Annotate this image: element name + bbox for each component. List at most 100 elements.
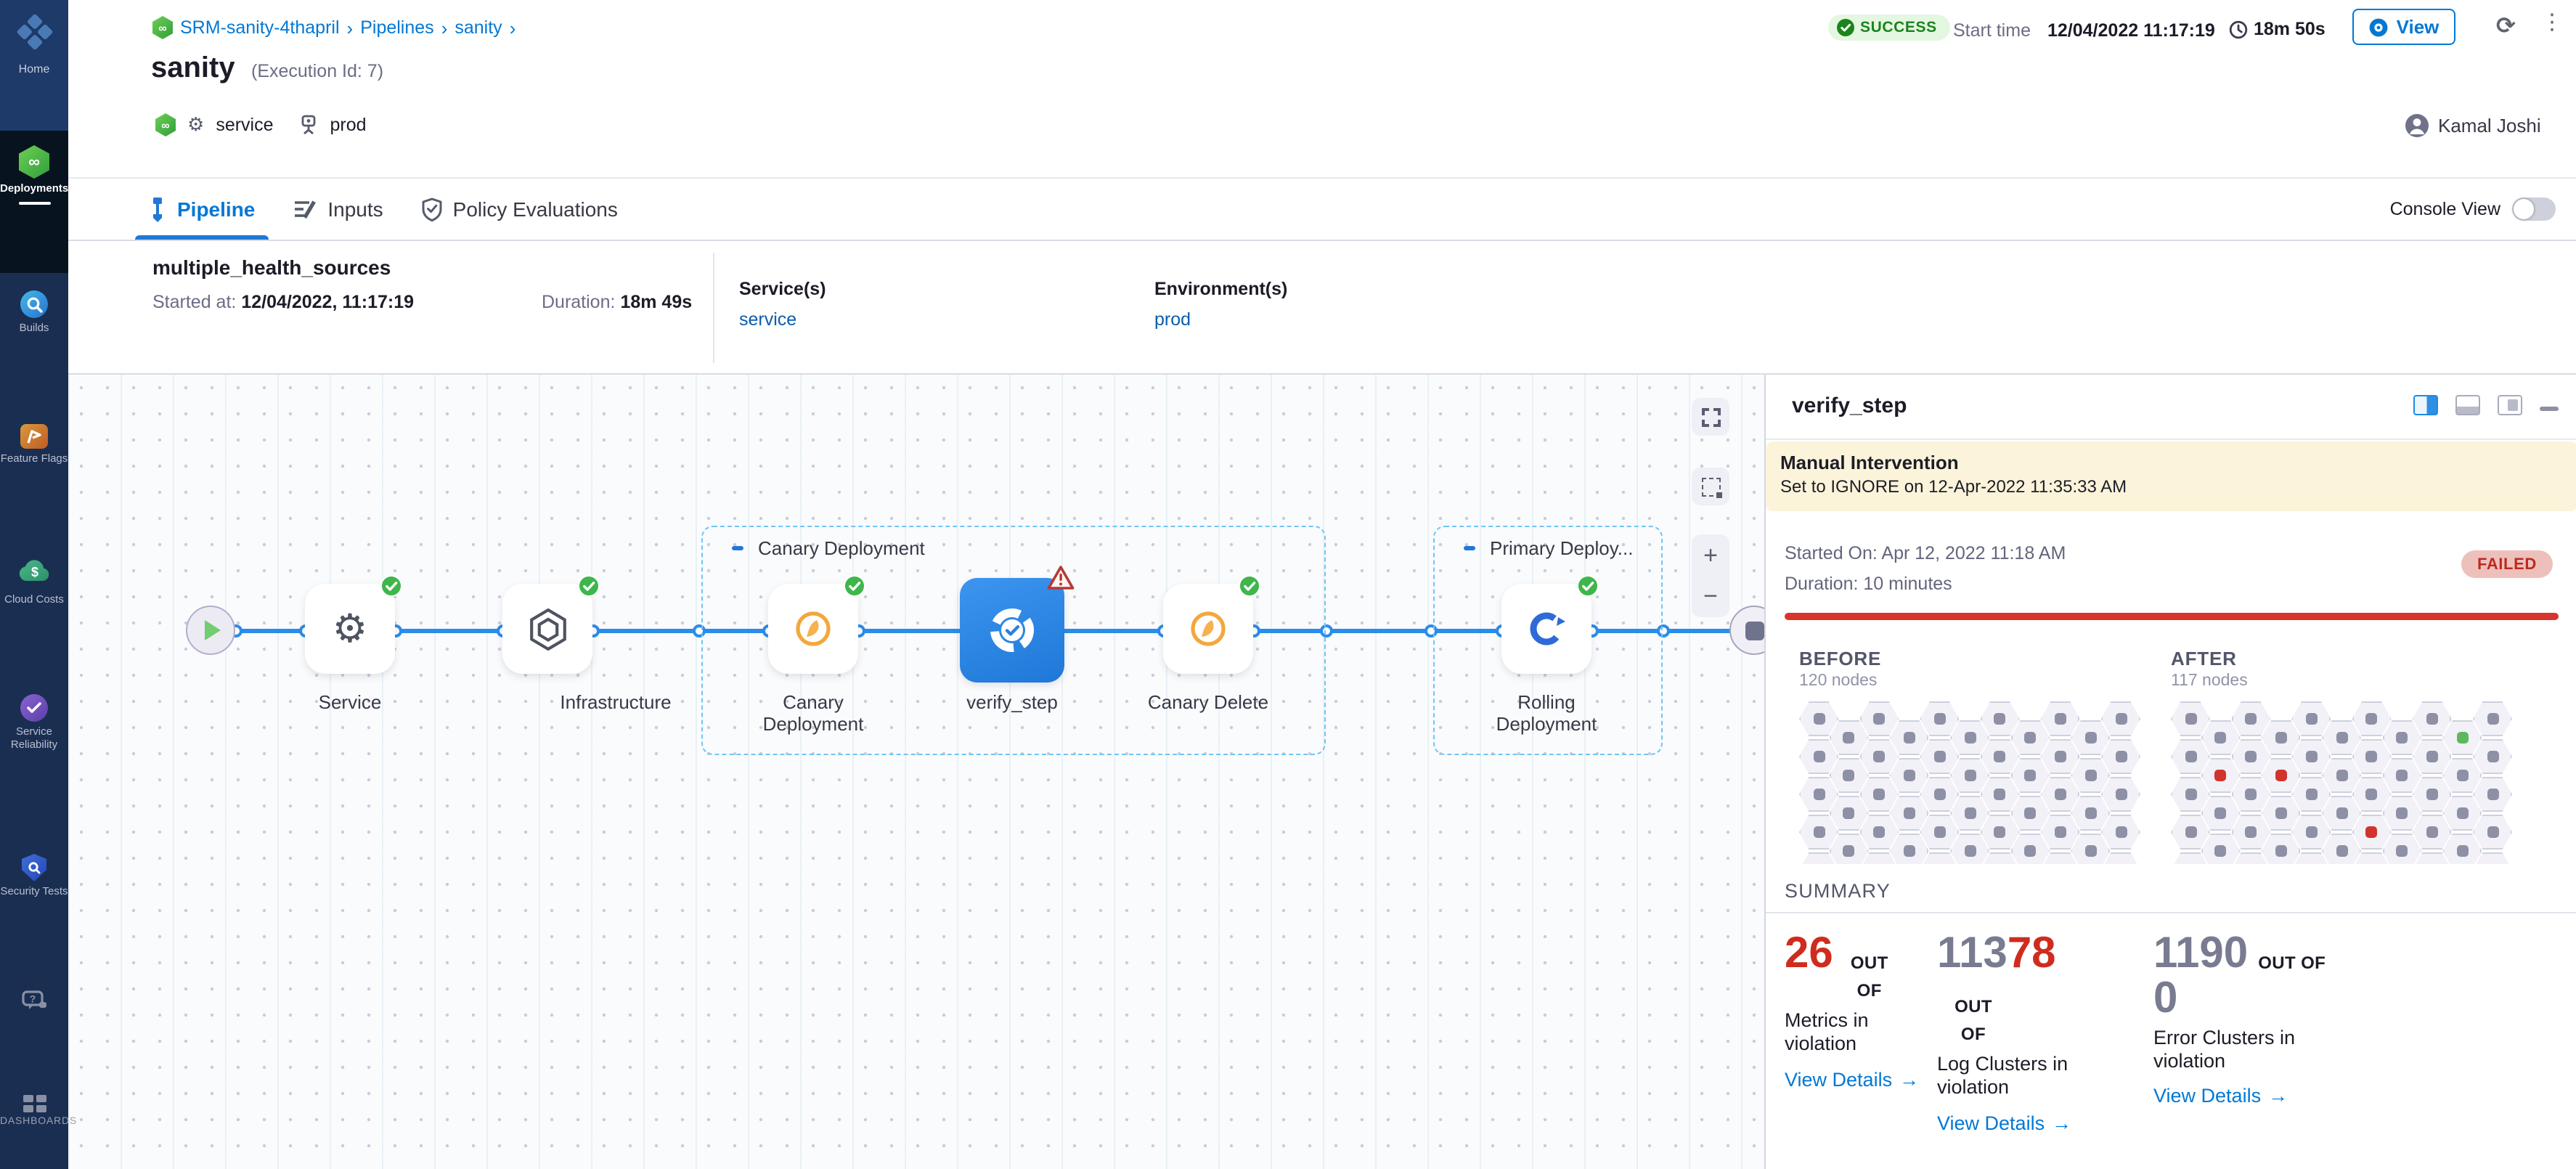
node-hexagon [2442,758,2482,793]
summary-numbers: 26OUT OF [1785,932,1933,1003]
stage-environments: Environment(s) prod [1154,276,1287,330]
node-hexagon [2101,777,2140,812]
node-canary-deployment[interactable] [768,584,858,674]
collapse-icon[interactable] [1459,539,1478,558]
sidebar-item-label: DASHBOARDS [0,1117,68,1128]
sidebar-item-label: Cloud Costs [0,594,68,606]
breadcrumb-pipelines-link[interactable]: Pipelines [360,17,433,38]
tab-inputs[interactable]: Inputs [293,179,383,240]
node-hexagon [2101,701,2140,736]
node-hexagon [1890,758,1929,793]
node-hexagon [2322,758,2361,793]
fullscreen-button[interactable] [1692,398,1729,436]
total-duration: 18m 50s [2254,19,2326,39]
node-hexagon [2473,701,2512,736]
node-hexagon [2473,739,2512,774]
node-hexagon [1981,701,2020,736]
view-details-link[interactable]: View Details→ [1937,1112,2071,1133]
stop-icon [1745,621,1764,640]
node-hexagon [2322,834,2361,864]
node-hexagon [1981,815,2020,850]
view-button[interactable]: View [2352,9,2455,45]
node-rolling-deployment[interactable] [1501,584,1591,674]
divider [1766,912,2576,913]
node-verify-step[interactable] [960,578,1064,683]
node-infrastructure[interactable] [502,584,592,674]
node-hexagon [2442,720,2482,755]
node-hexagon [2041,815,2080,850]
sidebar-item-label: Deployments [0,183,68,195]
sidebar-item-feature-flags[interactable]: Feature Flags [0,418,68,517]
active-indicator [18,201,50,205]
node-hexagon [2442,796,2482,831]
stage-info-bar: multiple_health_sources Started at: 12/0… [68,241,2576,375]
zoom-in-button[interactable]: + [1703,543,1718,568]
sidebar-item-home[interactable]: Home [0,0,68,131]
bottom-view-icon[interactable] [2455,395,2480,415]
node-service[interactable]: ⚙ [305,584,395,674]
node-hexagon [2291,777,2331,812]
page-title: sanity [151,52,235,86]
node-hexagon [1830,834,1869,864]
node-canary-delete[interactable] [1163,584,1253,674]
zoom-controls: + − [1692,534,1729,617]
node-hexagon [2071,834,2110,864]
view-details-link[interactable]: View Details→ [1785,1068,1919,1090]
breadcrumb-project-link[interactable]: SRM-sanity-4thapril [180,17,340,38]
console-view-label: Console View [2390,199,2500,219]
sidebar-item-deployments[interactable]: ∞ Deployments [0,131,68,273]
success-badge-icon [578,575,600,597]
sidebar-item-cloud-costs[interactable]: $ Cloud Costs [0,555,68,651]
success-badge-icon [1239,575,1260,597]
marquee-select-button[interactable] [1692,468,1729,505]
after-label: AFTER [2171,648,2237,669]
node-hexagon [2010,796,2050,831]
node-hexagon [1859,777,1899,812]
after-node-count: 117 nodes [2171,672,2248,690]
node-hexagon [1920,701,1959,736]
deployments-icon: ∞ [19,145,49,179]
sidebar-item-security-tests[interactable]: Security Tests [0,848,68,944]
environment-link[interactable]: prod [1154,309,1287,330]
tab-pipeline[interactable]: Pipeline [148,179,255,240]
view-details-link[interactable]: View Details→ [2153,1085,2288,1107]
sidebar-item-help[interactable]: ? [0,990,68,1048]
node-hexagon [2291,701,2331,736]
refresh-icon[interactable]: ⟳ [2496,12,2516,41]
environment-tag[interactable]: prod [330,115,367,135]
node-hexagon [2171,777,2210,812]
node-hexagon [2382,796,2421,831]
service-tag[interactable]: service [216,115,273,135]
breadcrumb: ∞ SRM-sanity-4thapril › Pipelines › sani… [152,16,515,39]
summary-numbers: 11378OUT OF [1937,932,2108,1047]
sidebar-item-label: Feature Flags [0,453,68,465]
stage-name: multiple_health_sources [152,256,391,279]
breadcrumb-pipeline-link[interactable]: sanity [455,17,502,38]
sidebar-item-service-reliability[interactable]: Service Reliability [0,688,68,810]
node-hexagon [1950,720,1989,755]
tab-policy-evaluations[interactable]: Policy Evaluations [421,179,618,240]
gear-icon: ⚙ [187,113,204,137]
sidebar-item-dashboards[interactable]: DASHBOARDS [0,1083,68,1159]
minimize-icon[interactable] [2540,407,2559,411]
app: Home ∞ Deployments Builds Feature Flags [0,0,2576,1169]
collapse-icon[interactable] [727,539,746,558]
node-hexagon [1830,796,1869,831]
security-tests-icon [22,854,46,881]
node-hexagon [2231,739,2270,774]
pipeline-icon [148,197,167,221]
kebab-menu-icon[interactable]: ⋮ [2541,9,2563,35]
after-node-grid [2171,701,2514,864]
sidebar-item-builds[interactable]: Builds [0,285,68,378]
group-label-canary: Canary Deployment [727,537,925,559]
summary-label: Log Clusters in violation [1937,1053,2108,1100]
service-link[interactable]: service [739,309,826,330]
node-hexagon [1950,796,1989,831]
node-hexagon [2413,739,2452,774]
zoom-out-button[interactable]: − [1703,584,1718,609]
stage-duration: Duration: 18m 49s [542,292,692,312]
console-view-toggle[interactable] [2512,197,2556,221]
split-view-icon[interactable] [2413,395,2438,415]
floating-view-icon[interactable] [2498,395,2522,415]
node-hexagon [2171,701,2210,736]
